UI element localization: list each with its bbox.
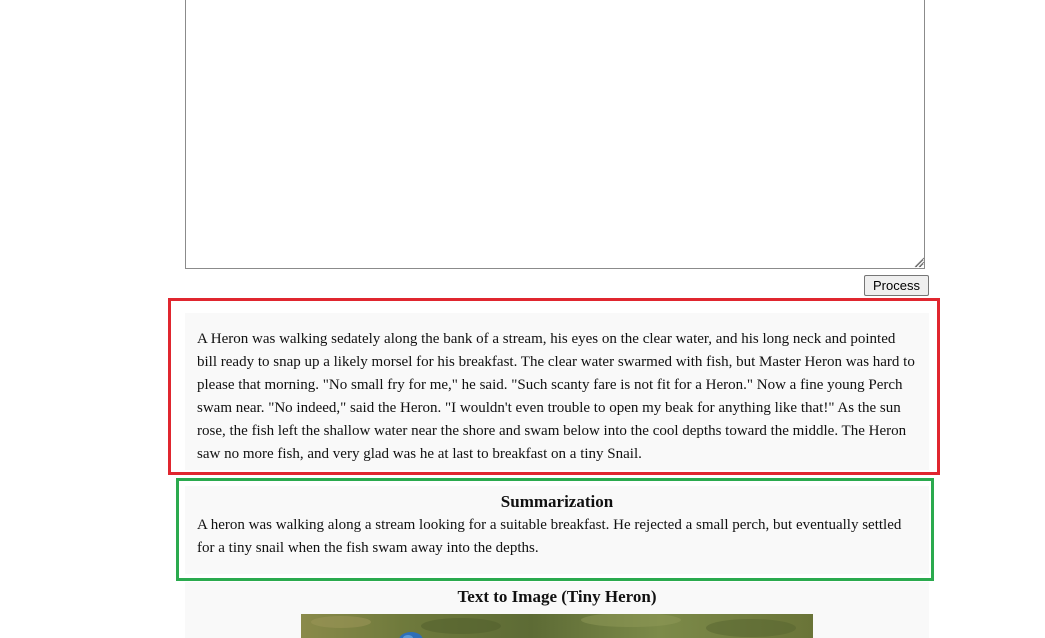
story-input[interactable] [185,0,925,269]
resize-handle-icon[interactable] [913,256,925,268]
source-highlight-frame [168,298,940,475]
heron-image [301,614,813,638]
heron-photo-icon [301,614,813,638]
text-to-image-title: Text to Image (Tiny Heron) [457,587,657,606]
process-button[interactable]: Process [864,275,929,296]
text-to-image-panel: Text to Image (Tiny Heron) [185,582,929,638]
page: Process A Heron was walking sedately alo… [0,0,1045,638]
summary-highlight-frame [176,478,934,581]
